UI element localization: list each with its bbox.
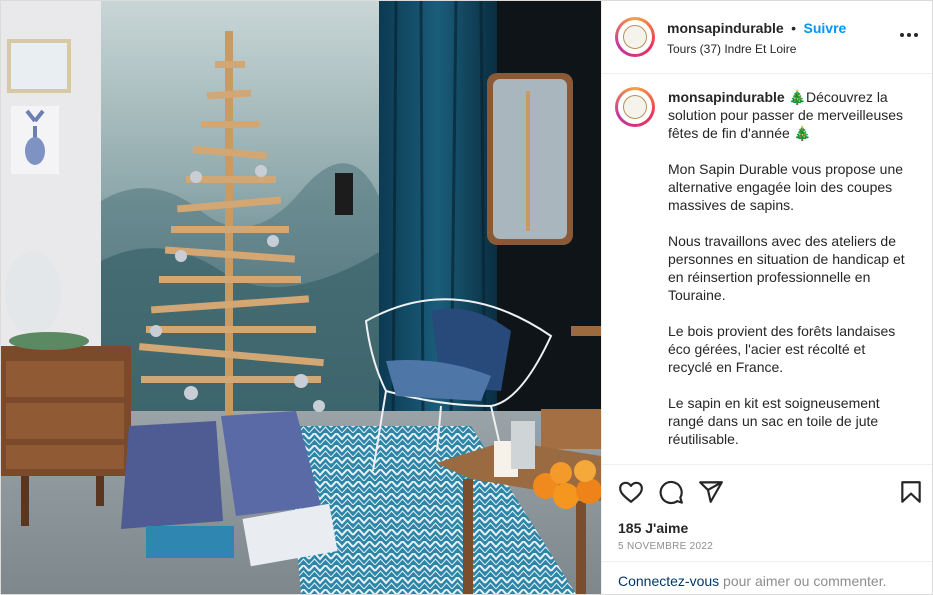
avatar[interactable] — [615, 17, 655, 57]
login-prompt: Connectez-vous pour aimer ou commenter. — [602, 561, 932, 594]
post-date[interactable]: 5 NOVEMBRE 2022 — [618, 541, 713, 552]
post-header: monsapindurable • Suivre Tours (37) Indr… — [602, 1, 932, 74]
comment-icon[interactable] — [658, 479, 684, 505]
more-options-icon[interactable] — [899, 25, 919, 49]
post-photo[interactable] — [1, 1, 601, 594]
caption-avatar[interactable] — [615, 87, 655, 127]
caption-area: monsapindurable 🎄Découvrez la solution p… — [602, 74, 932, 464]
instagram-post: monsapindurable • Suivre Tours (37) Indr… — [0, 0, 933, 595]
share-icon[interactable] — [698, 479, 724, 505]
action-bar: 185 J'aime 5 NOVEMBRE 2022 Connectez-vou… — [602, 464, 932, 594]
location-link[interactable]: Tours (37) Indre Et Loire — [667, 42, 796, 56]
caption-paragraph: Mon Sapin Durable vous propose une alter… — [668, 161, 904, 213]
caption-paragraph: Le bois provient des forêts landaises éc… — [668, 323, 896, 375]
post-photo-image — [1, 1, 601, 594]
caption-text: monsapindurable 🎄Découvrez la solution p… — [668, 88, 913, 464]
bookmark-icon[interactable] — [898, 479, 924, 505]
caption-username-link[interactable]: monsapindurable — [668, 89, 785, 105]
login-text: pour aimer ou commenter. — [719, 573, 887, 589]
post-side-panel: monsapindurable • Suivre Tours (37) Indr… — [601, 1, 932, 594]
follow-button[interactable]: Suivre — [804, 20, 847, 36]
likes-count[interactable]: 185 J'aime — [618, 520, 688, 536]
username-link[interactable]: monsapindurable — [667, 20, 784, 36]
heart-icon[interactable] — [618, 479, 644, 505]
login-link[interactable]: Connectez-vous — [618, 573, 719, 589]
separator-dot: • — [791, 20, 797, 36]
caption-paragraph: Nous travaillons avec des ateliers de pe… — [668, 233, 905, 303]
caption-paragraph: Le sapin en kit est soigneusement rangé … — [668, 395, 880, 447]
brand-logo — [623, 95, 647, 119]
brand-logo — [623, 25, 647, 49]
